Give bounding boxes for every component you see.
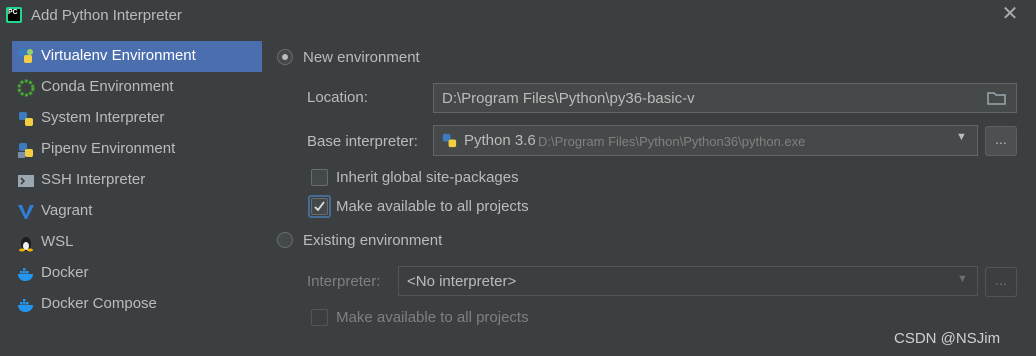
pycharm-logo-icon: PC xyxy=(6,7,22,23)
sidebar-item-label: Docker Compose xyxy=(41,295,157,312)
base-interpreter-select[interactable]: Python 3.6 D:\Program Files\Python\Pytho… xyxy=(433,125,978,156)
sidebar-item-conda[interactable]: Conda Environment xyxy=(12,72,262,103)
inherit-site-packages-label: Inherit global site-packages xyxy=(336,169,519,186)
ssh-icon xyxy=(18,175,34,187)
chevron-down-icon[interactable]: ▼ xyxy=(957,273,968,285)
base-interpreter-version: Python 3.6 xyxy=(464,132,536,149)
sidebar-item-vagrant[interactable]: Vagrant xyxy=(12,196,262,227)
virtualenv-icon xyxy=(19,49,33,63)
existing-environment-radio[interactable] xyxy=(277,232,293,248)
new-environment-label: New environment xyxy=(303,49,420,66)
base-interpreter-path: D:\Program Files\Python\Python36\python.… xyxy=(538,134,806,149)
inherit-site-packages-checkbox[interactable] xyxy=(311,169,328,186)
sidebar-item-label: SSH Interpreter xyxy=(41,171,146,188)
sidebar-item-system[interactable]: System Interpreter xyxy=(12,103,262,134)
sidebar-item-label: Virtualenv Environment xyxy=(41,47,196,64)
watermark: CSDN @NSJim xyxy=(894,330,1001,347)
sidebar-item-ssh[interactable]: SSH Interpreter xyxy=(12,165,262,196)
linux-icon xyxy=(19,237,33,252)
make-available-checkbox[interactable] xyxy=(311,198,328,215)
interpreter-value: <No interpreter> xyxy=(407,273,517,290)
base-interpreter-browse-button[interactable]: ... xyxy=(985,126,1017,156)
sidebar-item-pipenv[interactable]: Pipenv Environment xyxy=(12,134,262,165)
make-available-label: Make available to all projects xyxy=(336,198,529,215)
sidebar-item-label: Vagrant xyxy=(41,202,93,219)
python-icon xyxy=(19,112,33,126)
chevron-down-icon[interactable]: ▼ xyxy=(956,131,967,143)
interpreter-label: Interpreter: xyxy=(307,273,381,290)
sidebar-item-label: Pipenv Environment xyxy=(41,140,176,157)
sidebar-item-label: Docker xyxy=(41,264,89,281)
close-icon[interactable]: ✕ xyxy=(1000,4,1020,24)
pipenv-icon xyxy=(18,143,33,158)
sidebar-item-wsl[interactable]: WSL xyxy=(12,227,262,258)
sidebar-item-docker-compose[interactable]: Docker Compose xyxy=(12,289,262,320)
sidebar-item-docker[interactable]: Docker xyxy=(12,258,262,289)
docker-icon xyxy=(18,268,33,281)
python-icon xyxy=(442,133,457,148)
sidebar-item-label: WSL xyxy=(41,233,74,250)
window-title: Add Python Interpreter xyxy=(31,7,182,24)
vagrant-icon xyxy=(18,205,34,219)
existing-make-available-label: Make available to all projects xyxy=(336,309,529,326)
sidebar-item-label: System Interpreter xyxy=(41,109,165,126)
location-value: D:\Program Files\Python\py36-basic-v xyxy=(442,90,695,107)
conda-icon xyxy=(17,79,35,97)
docker-compose-icon xyxy=(18,299,33,312)
sidebar-item-virtualenv[interactable]: Virtualenv Environment xyxy=(12,41,262,72)
folder-icon[interactable] xyxy=(987,90,1007,106)
checkmark-icon xyxy=(314,201,325,212)
existing-make-available-checkbox[interactable] xyxy=(311,309,328,326)
base-interpreter-label: Base interpreter: xyxy=(307,133,418,150)
sidebar-item-label: Conda Environment xyxy=(41,78,174,95)
existing-environment-label: Existing environment xyxy=(303,232,443,249)
location-input[interactable]: D:\Program Files\Python\py36-basic-v xyxy=(433,83,1017,113)
interpreter-browse-button[interactable]: ... xyxy=(985,267,1017,297)
interpreter-select[interactable]: <No interpreter> ▼ xyxy=(398,266,978,296)
new-environment-radio[interactable] xyxy=(277,49,293,65)
title-bar: PC Add Python Interpreter ✕ xyxy=(0,0,1036,32)
location-label: Location: xyxy=(307,89,368,106)
